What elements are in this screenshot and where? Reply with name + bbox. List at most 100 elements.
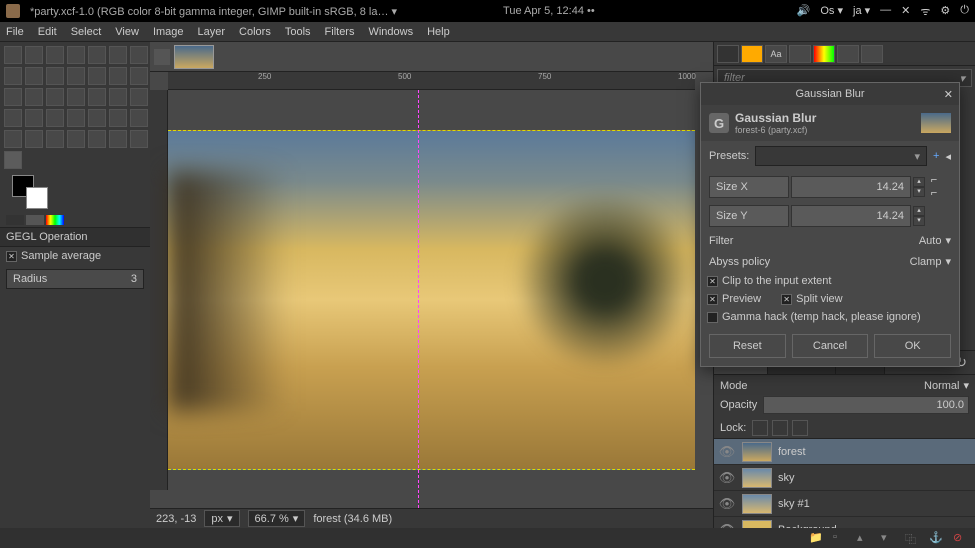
mode-select[interactable]: Normal▾: [924, 379, 969, 392]
lower-icon[interactable]: ▾: [881, 531, 895, 545]
vertical-guide[interactable]: [418, 90, 419, 508]
tab-fonts[interactable]: Aa: [765, 45, 787, 63]
tab-tool-presets[interactable]: [861, 45, 883, 63]
preview-checkbox[interactable]: ✕: [707, 294, 718, 305]
tab-patterns[interactable]: [741, 45, 763, 63]
abyss-select[interactable]: Clamp▾: [910, 255, 951, 268]
home-icon[interactable]: [154, 49, 170, 65]
tool-text[interactable]: [4, 109, 22, 127]
sample-average-checkbox[interactable]: ✕: [6, 251, 17, 262]
tool-gegl[interactable]: [4, 151, 22, 169]
dialog-close-icon[interactable]: ✕: [944, 88, 953, 101]
layer-name[interactable]: sky: [778, 472, 795, 484]
tool-pencil[interactable]: [67, 109, 85, 127]
tool-rotate[interactable]: [4, 88, 22, 106]
canvas[interactable]: [168, 90, 695, 508]
tool-bucket[interactable]: [25, 109, 43, 127]
tool-color-picker[interactable]: [25, 67, 43, 85]
tool-warp[interactable]: [130, 88, 148, 106]
tool-rect-select[interactable]: [4, 46, 22, 64]
split-checkbox[interactable]: ✕: [781, 294, 792, 305]
lock-pixels[interactable]: [752, 420, 768, 436]
tool-blur[interactable]: [88, 130, 106, 148]
clip-checkbox[interactable]: ✕: [707, 276, 718, 287]
anchor-icon[interactable]: ⚓: [929, 531, 943, 545]
visibility-icon[interactable]: 👁: [718, 444, 736, 460]
sizey-down[interactable]: ▾: [913, 216, 925, 226]
ok-button[interactable]: OK: [874, 334, 951, 358]
tool-move[interactable]: [88, 67, 106, 85]
tool-crop[interactable]: [130, 67, 148, 85]
reset-button[interactable]: Reset: [709, 334, 786, 358]
ruler-horizontal[interactable]: 250 500 750 1000: [168, 72, 695, 90]
tool-shear[interactable]: [46, 88, 64, 106]
lock-position[interactable]: [772, 420, 788, 436]
tool-ellipse-select[interactable]: [25, 46, 43, 64]
close-icon[interactable]: ✕: [901, 4, 910, 19]
menu-filters[interactable]: Filters: [325, 26, 355, 38]
tool-scale[interactable]: [25, 88, 43, 106]
tool-flip[interactable]: [88, 88, 106, 106]
lang-menu[interactable]: ja ▾: [853, 4, 870, 19]
ruler-vertical[interactable]: [150, 90, 168, 490]
cancel-button[interactable]: Cancel: [792, 334, 869, 358]
filter-select[interactable]: Auto▾: [919, 234, 951, 247]
tab-palettes[interactable]: [837, 45, 859, 63]
sizey-input[interactable]: 14.24: [791, 205, 911, 227]
tool-cage[interactable]: [109, 88, 127, 106]
unit-select[interactable]: px▾: [204, 510, 239, 527]
tool-perspective-clone[interactable]: [67, 130, 85, 148]
tool-dodge[interactable]: [130, 130, 148, 148]
tool-blend[interactable]: [46, 109, 64, 127]
gear-icon[interactable]: ⚙: [940, 4, 950, 19]
menu-windows[interactable]: Windows: [368, 26, 413, 38]
tab-history[interactable]: [789, 45, 811, 63]
layer-row[interactable]: 👁 sky: [714, 465, 975, 491]
layer-name[interactable]: sky #1: [778, 498, 810, 510]
tool-smudge[interactable]: [109, 130, 127, 148]
mini-gradient[interactable]: [46, 215, 64, 225]
raise-icon[interactable]: ▴: [857, 531, 871, 545]
image-tab[interactable]: [174, 45, 214, 69]
tool-align[interactable]: [109, 67, 127, 85]
clock[interactable]: Tue Apr 5, 12:44 ••: [503, 5, 595, 17]
menu-edit[interactable]: Edit: [38, 26, 57, 38]
menu-layer[interactable]: Layer: [198, 26, 226, 38]
preset-menu-icon[interactable]: ◂: [945, 150, 951, 163]
duplicate-icon[interactable]: ⿻: [905, 531, 919, 545]
mini-pattern[interactable]: [26, 215, 44, 225]
menu-select[interactable]: Select: [71, 26, 102, 38]
tool-zoom[interactable]: [46, 67, 64, 85]
new-layer-icon[interactable]: ▫: [833, 531, 847, 545]
window-title[interactable]: *party.xcf-1.0 (RGB color 8-bit gamma in…: [30, 5, 397, 18]
tab-brushes[interactable]: [717, 45, 739, 63]
visibility-icon[interactable]: 👁: [718, 470, 736, 486]
link-icon[interactable]: ⌐⌐: [927, 174, 941, 199]
tool-paths[interactable]: [4, 67, 22, 85]
opacity-slider[interactable]: 100.0: [763, 396, 969, 414]
tab-gradients[interactable]: [813, 45, 835, 63]
mini-brush[interactable]: [6, 215, 24, 225]
wifi-icon[interactable]: ᯤ: [920, 4, 930, 19]
tool-airbrush[interactable]: [130, 109, 148, 127]
tool-by-color[interactable]: [88, 46, 106, 64]
tool-ink[interactable]: [4, 130, 22, 148]
gamma-checkbox[interactable]: [707, 312, 718, 323]
volume-icon[interactable]: 🔊: [797, 4, 811, 19]
tool-free-select[interactable]: [46, 46, 64, 64]
minimize-icon[interactable]: —: [880, 4, 891, 19]
preset-add-icon[interactable]: +: [933, 150, 939, 162]
tool-eraser[interactable]: [109, 109, 127, 127]
sizex-up[interactable]: ▴: [913, 177, 925, 187]
menu-colors[interactable]: Colors: [239, 26, 271, 38]
folder-icon[interactable]: 📁: [809, 531, 823, 545]
presets-select[interactable]: [755, 146, 927, 166]
tool-clone[interactable]: [25, 130, 43, 148]
tool-measure[interactable]: [67, 67, 85, 85]
os-menu[interactable]: Os ▾: [820, 4, 843, 19]
menu-view[interactable]: View: [115, 26, 139, 38]
tool-heal[interactable]: [46, 130, 64, 148]
zoom-select[interactable]: 66.7 %▾: [248, 510, 306, 527]
menu-image[interactable]: Image: [153, 26, 184, 38]
tool-perspective[interactable]: [67, 88, 85, 106]
